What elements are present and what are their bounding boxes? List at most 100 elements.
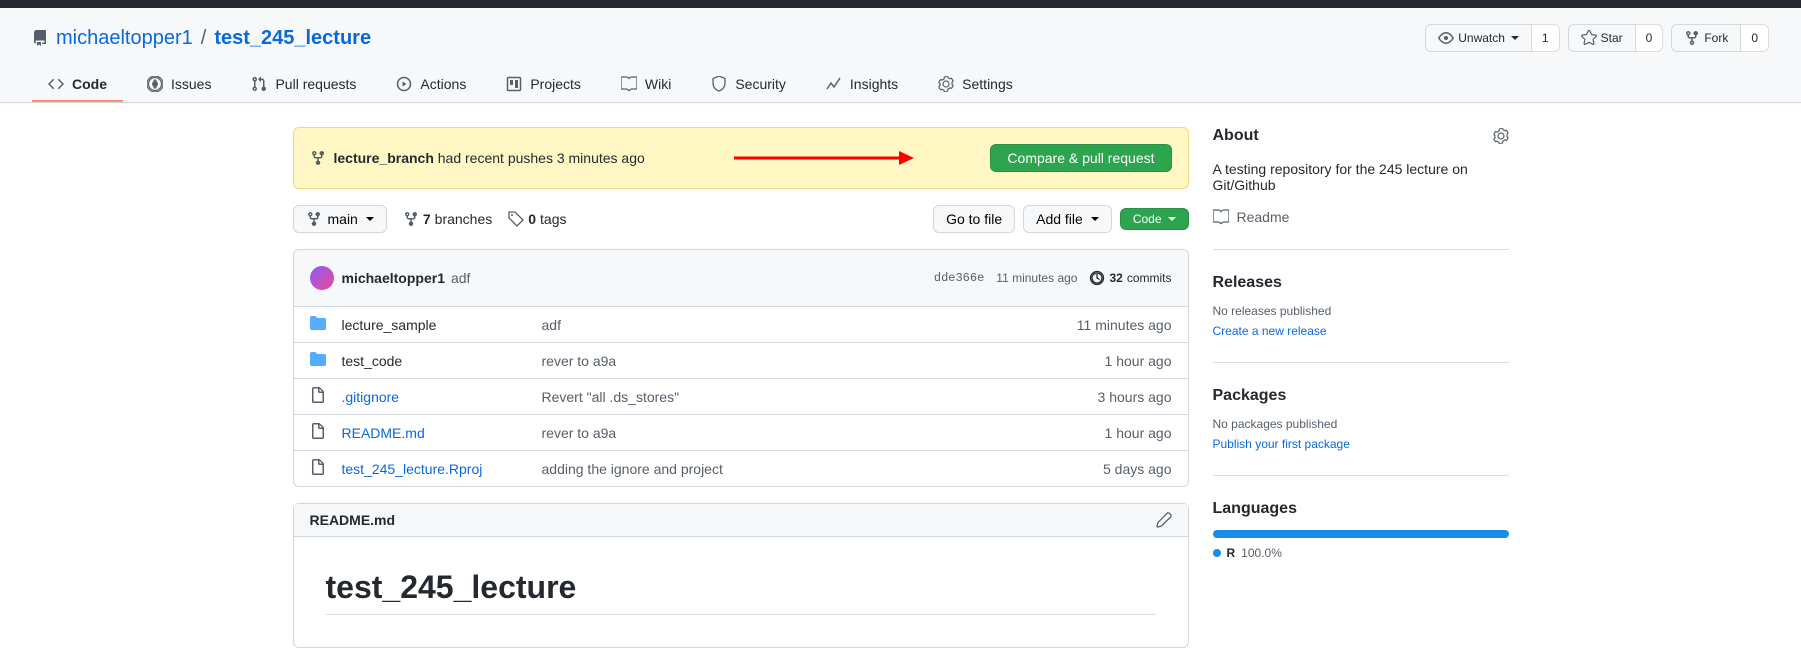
go-to-file-button[interactable]: Go to file [933,205,1015,233]
repo-tab-nav: Code Issues Pull requests Actions Projec… [32,68,1769,102]
file-commit-msg[interactable]: rever to a9a [542,425,1105,441]
tab-wiki-label: Wiki [645,76,671,92]
tab-security[interactable]: Security [695,68,802,102]
file-time: 3 hours ago [1098,389,1172,405]
packages-none: No packages published [1213,417,1509,431]
code-download-button[interactable]: Code [1120,208,1189,230]
wiki-icon [621,76,637,92]
tab-projects[interactable]: Projects [490,68,597,102]
window-top-bar [0,0,1801,8]
readme-heading: test_245_lecture [326,569,1156,615]
branch-icon [403,211,419,227]
file-row: README.md rever to a9a 1 hour ago [294,415,1188,451]
file-icon [310,423,326,442]
language-item[interactable]: R 100.0% [1213,546,1509,560]
tab-wiki[interactable]: Wiki [605,68,687,102]
file-commit-msg[interactable]: Revert "all .ds_stores" [542,389,1098,405]
branch-icon [306,211,322,227]
language-name: R [1227,546,1236,560]
caret-down-icon [1168,217,1176,221]
fork-count[interactable]: 0 [1741,24,1769,52]
file-link[interactable]: test_code [342,353,403,369]
readme-link[interactable]: Readme [1213,209,1509,225]
eye-icon [1438,30,1454,46]
shield-icon [711,76,727,92]
commit-sha-link[interactable]: dde366e [934,271,984,285]
watch-count[interactable]: 1 [1532,24,1560,52]
repo-title: michaeltopper1 / test_245_lecture [32,27,371,50]
fork-label: Fork [1704,28,1728,48]
insights-icon [826,76,842,92]
file-commit-msg[interactable]: adf [542,317,1077,333]
avatar[interactable] [310,266,334,290]
book-icon [1213,209,1229,225]
tab-actions[interactable]: Actions [380,68,482,102]
pull-request-icon [251,76,267,92]
caret-down-icon [1511,36,1519,40]
tab-settings[interactable]: Settings [922,68,1029,102]
compare-pull-request-button[interactable]: Compare & pull request [990,144,1171,172]
file-time: 11 minutes ago [1077,317,1172,333]
packages-title[interactable]: Packages [1213,387,1509,405]
tab-code[interactable]: Code [32,68,123,102]
commit-message[interactable]: adf [451,270,470,286]
tab-projects-label: Projects [530,76,581,92]
recent-push-flash: lecture_branch had recent pushes 3 minut… [293,127,1189,189]
repo-name-link[interactable]: test_245_lecture [214,27,371,50]
file-icon [310,387,326,406]
star-button[interactable]: Star [1568,24,1636,52]
slash-separator: / [201,27,207,50]
branch-selector-label: main [328,211,358,227]
publish-package-link[interactable]: Publish your first package [1213,437,1350,451]
unwatch-button[interactable]: Unwatch [1425,24,1532,52]
caret-down-icon [366,217,374,221]
add-file-button[interactable]: Add file [1023,205,1112,233]
file-time: 1 hour ago [1105,353,1172,369]
file-commit-msg[interactable]: rever to a9a [542,353,1105,369]
fork-button[interactable]: Fork [1671,24,1741,52]
commits-link[interactable]: 32 commits [1089,270,1171,286]
create-release-link[interactable]: Create a new release [1213,324,1327,338]
readme-filename[interactable]: README.md [310,512,396,528]
file-icon [310,459,326,478]
branches-link[interactable]: 7 branches [403,211,492,227]
file-row: test_code rever to a9a 1 hour ago [294,343,1188,379]
releases-title[interactable]: Releases [1213,274,1509,292]
tab-pull-requests[interactable]: Pull requests [235,68,372,102]
tab-issues[interactable]: Issues [131,68,227,102]
commits-label: commits [1127,271,1172,285]
tags-count: 0 [528,211,536,227]
tab-security-label: Security [735,76,786,92]
tags-label: tags [540,211,566,227]
packages-section: Packages No packages published Publish y… [1213,387,1509,476]
issues-icon [147,76,163,92]
language-bar [1213,530,1509,538]
pencil-icon[interactable] [1156,512,1172,528]
owner-link[interactable]: michaeltopper1 [56,27,193,50]
readme-box: README.md test_245_lecture [293,503,1189,648]
releases-none: No releases published [1213,304,1509,318]
commit-author-link[interactable]: michaeltopper1 [342,270,445,286]
star-icon [1581,30,1597,46]
file-row: test_245_lecture.Rproj adding the ignore… [294,451,1188,486]
tag-icon [508,211,524,227]
branches-label: branches [435,211,493,227]
tab-insights[interactable]: Insights [810,68,914,102]
file-nav: main 7 branches 0 tags Go to file Add fi… [293,205,1189,233]
file-time: 5 days ago [1103,461,1172,477]
tags-link[interactable]: 0 tags [508,211,566,227]
file-link[interactable]: .gitignore [342,389,400,405]
gear-icon[interactable] [1493,128,1509,144]
file-link[interactable]: test_245_lecture.Rproj [342,461,483,477]
star-count[interactable]: 0 [1636,24,1664,52]
tab-issues-label: Issues [171,76,211,92]
file-link[interactable]: README.md [342,425,425,441]
latest-commit-header: michaeltopper1 adf dde366e 11 minutes ag… [294,250,1188,307]
file-list: michaeltopper1 adf dde366e 11 minutes ag… [293,249,1189,487]
branches-count: 7 [423,211,431,227]
file-link[interactable]: lecture_sample [342,317,437,333]
file-row: .gitignore Revert "all .ds_stores" 3 hou… [294,379,1188,415]
file-commit-msg[interactable]: adding the ignore and project [542,461,1104,477]
gear-icon [938,76,954,92]
branch-selector-button[interactable]: main [293,205,387,233]
